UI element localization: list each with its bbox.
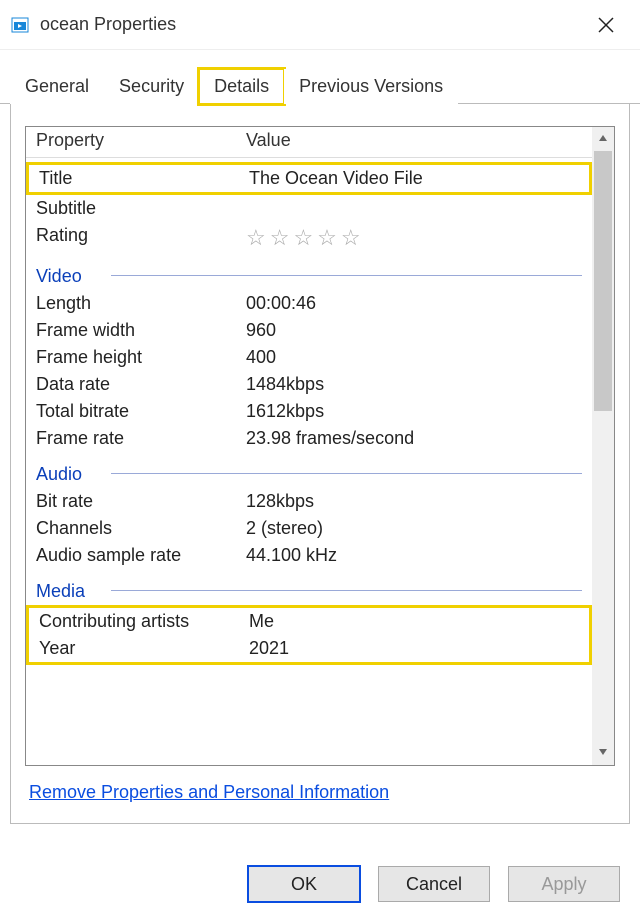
tab-security[interactable]: Security xyxy=(104,69,199,104)
tab-strip: General Security Details Previous Versio… xyxy=(0,68,640,104)
group-label-media: Media xyxy=(36,581,95,602)
dialog-buttons: OK Cancel Apply xyxy=(248,866,620,902)
group-label-video: Video xyxy=(36,266,92,287)
value-total-bitrate: 1612kbps xyxy=(246,401,582,422)
value-bit-rate: 128kbps xyxy=(246,491,582,512)
tab-general[interactable]: General xyxy=(10,69,104,104)
label-subtitle: Subtitle xyxy=(36,198,246,219)
value-subtitle[interactable] xyxy=(246,198,582,219)
value-contributing-artists[interactable]: Me xyxy=(249,611,579,632)
properties-list: Property Value Title The Ocean Video Fil… xyxy=(25,126,615,766)
title-bar: ocean Properties xyxy=(0,0,640,50)
value-frame-width: 960 xyxy=(246,320,582,341)
label-sample-rate: Audio sample rate xyxy=(36,545,246,566)
label-frame-rate: Frame rate xyxy=(36,428,246,449)
column-header-row: Property Value xyxy=(26,127,592,158)
row-data-rate[interactable]: Data rate1484kbps xyxy=(26,371,592,398)
label-rating: Rating xyxy=(36,225,246,251)
label-title: Title xyxy=(39,168,249,189)
column-header-property[interactable]: Property xyxy=(36,130,246,151)
column-header-value[interactable]: Value xyxy=(246,130,582,151)
remove-properties-row: Remove Properties and Personal Informati… xyxy=(25,766,615,803)
row-sample-rate[interactable]: Audio sample rate44.100 kHz xyxy=(26,542,592,569)
row-channels[interactable]: Channels2 (stereo) xyxy=(26,515,592,542)
label-frame-width: Frame width xyxy=(36,320,246,341)
label-length: Length xyxy=(36,293,246,314)
scroll-down-button[interactable] xyxy=(592,741,614,765)
ok-button[interactable]: OK xyxy=(248,866,360,902)
value-year[interactable]: 2021 xyxy=(249,638,579,659)
label-data-rate: Data rate xyxy=(36,374,246,395)
label-year: Year xyxy=(39,638,249,659)
file-type-icon xyxy=(10,15,30,35)
scrollbar-track[interactable] xyxy=(592,151,614,741)
highlight-media-rows: Contributing artistsMe Year2021 xyxy=(26,605,592,665)
row-total-bitrate[interactable]: Total bitrate1612kbps xyxy=(26,398,592,425)
row-rating[interactable]: Rating ☆☆☆☆☆ xyxy=(26,222,592,254)
value-sample-rate: 44.100 kHz xyxy=(246,545,582,566)
group-video: Video xyxy=(26,264,592,290)
label-channels: Channels xyxy=(36,518,246,539)
row-contributing-artists[interactable]: Contributing artistsMe xyxy=(29,608,589,635)
value-channels: 2 (stereo) xyxy=(246,518,582,539)
value-frame-height: 400 xyxy=(246,347,582,368)
window-title: ocean Properties xyxy=(40,14,176,35)
scrollbar-thumb[interactable] xyxy=(594,151,612,411)
row-title[interactable]: Title The Ocean Video File xyxy=(29,165,589,192)
label-total-bitrate: Total bitrate xyxy=(36,401,246,422)
row-bit-rate[interactable]: Bit rate128kbps xyxy=(26,488,592,515)
row-frame-width[interactable]: Frame width960 xyxy=(26,317,592,344)
value-rating-stars[interactable]: ☆☆☆☆☆ xyxy=(246,225,582,251)
value-frame-rate: 23.98 frames/second xyxy=(246,428,582,449)
remove-properties-link[interactable]: Remove Properties and Personal Informati… xyxy=(29,782,389,802)
details-panel: Property Value Title The Ocean Video Fil… xyxy=(10,104,630,824)
scroll-up-button[interactable] xyxy=(592,127,614,151)
row-frame-rate[interactable]: Frame rate23.98 frames/second xyxy=(26,425,592,452)
apply-button[interactable]: Apply xyxy=(508,866,620,902)
label-contributing-artists: Contributing artists xyxy=(39,611,249,632)
close-button[interactable] xyxy=(582,1,630,49)
row-length[interactable]: Length00:00:46 xyxy=(26,290,592,317)
tab-previous-versions[interactable]: Previous Versions xyxy=(284,69,458,104)
value-length: 00:00:46 xyxy=(246,293,582,314)
row-frame-height[interactable]: Frame height400 xyxy=(26,344,592,371)
group-media: Media xyxy=(26,579,592,605)
group-audio: Audio xyxy=(26,462,592,488)
value-title[interactable]: The Ocean Video File xyxy=(249,168,579,189)
label-bit-rate: Bit rate xyxy=(36,491,246,512)
properties-dialog: ocean Properties General Security Detail… xyxy=(0,0,640,924)
properties-scroll-content: Property Value Title The Ocean Video Fil… xyxy=(26,127,592,765)
cancel-button[interactable]: Cancel xyxy=(378,866,490,902)
highlight-title-row: Title The Ocean Video File xyxy=(26,162,592,195)
label-frame-height: Frame height xyxy=(36,347,246,368)
group-label-audio: Audio xyxy=(36,464,92,485)
row-subtitle[interactable]: Subtitle xyxy=(26,195,592,222)
tab-details[interactable]: Details xyxy=(199,69,284,104)
value-data-rate: 1484kbps xyxy=(246,374,582,395)
row-year[interactable]: Year2021 xyxy=(29,635,589,662)
